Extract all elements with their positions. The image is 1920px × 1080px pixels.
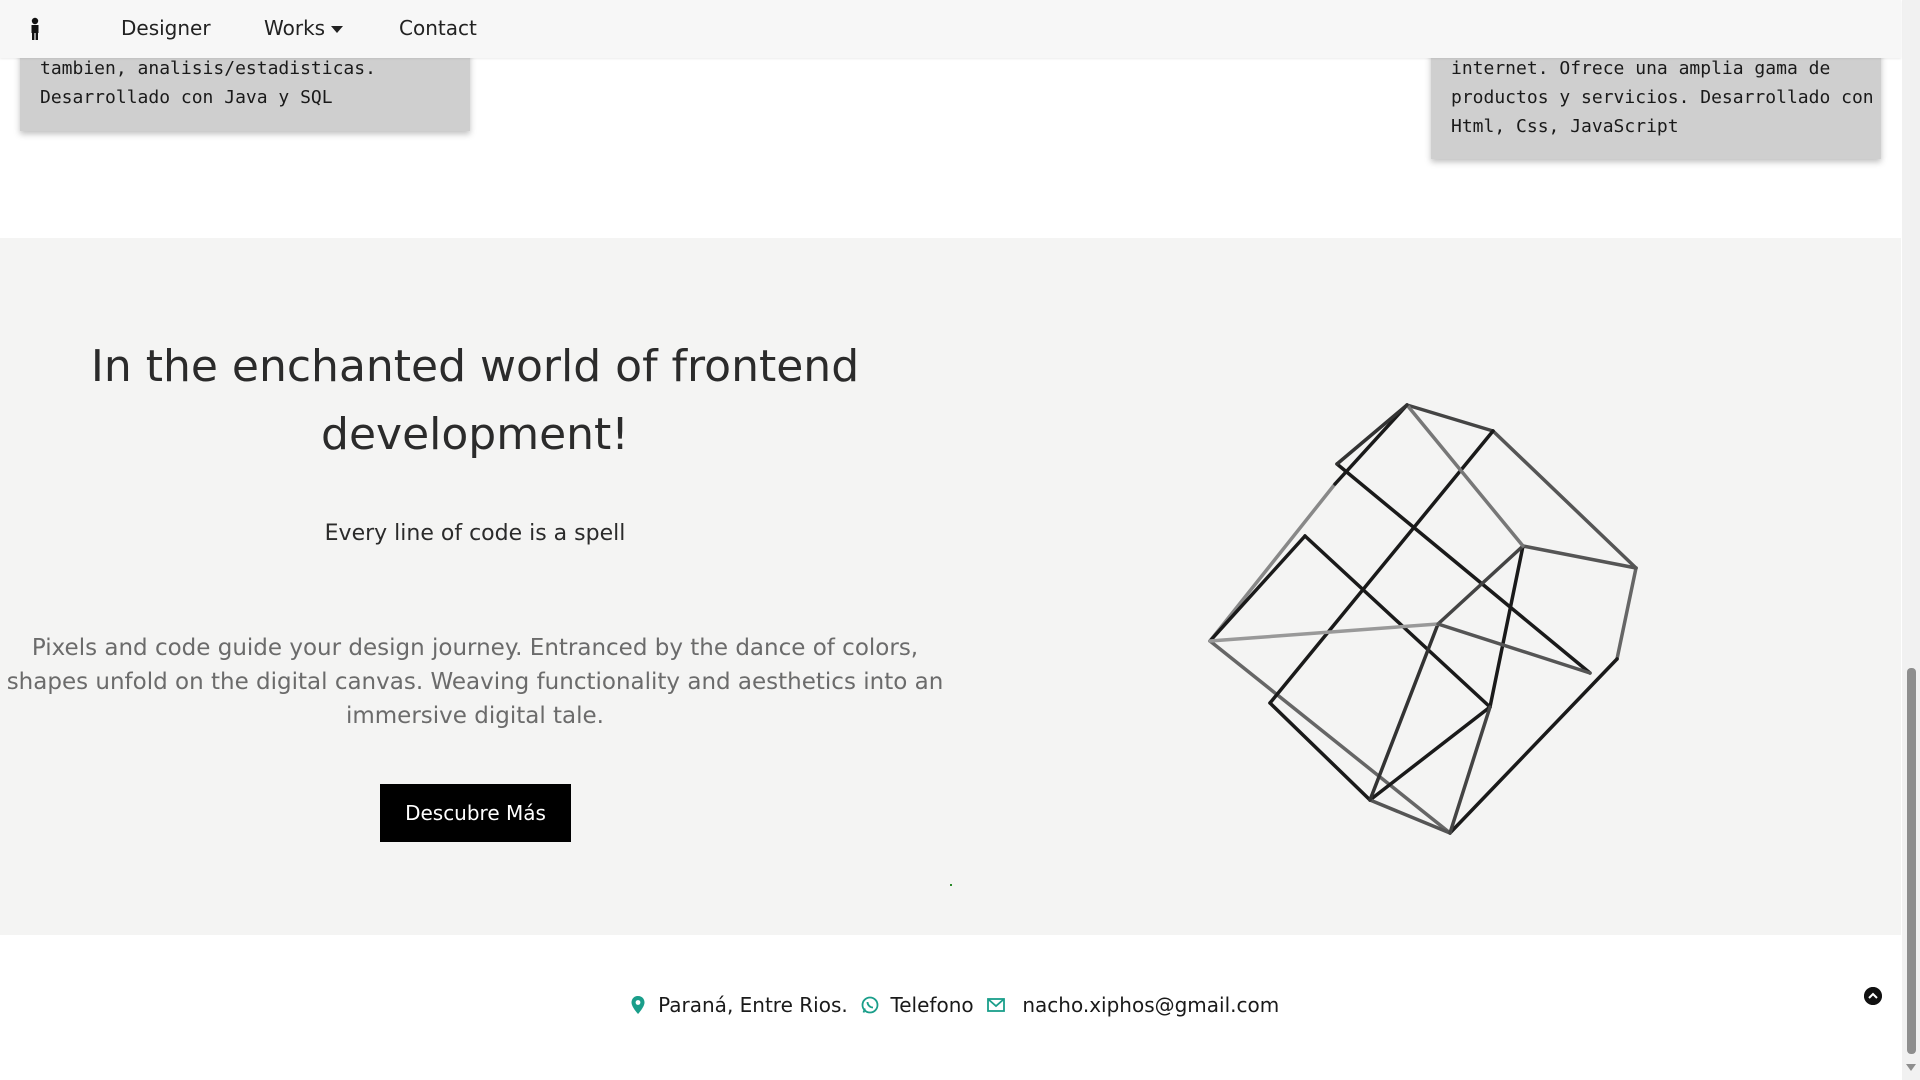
wireframe-cube-illustration <box>1208 403 1638 835</box>
footer: Paraná, Entre Rios. Telefono nacho.xipho… <box>0 935 1901 1080</box>
hero-subtitle: Every line of code is a spell <box>324 521 626 546</box>
whatsapp-icon[interactable] <box>860 995 880 1015</box>
hero-title: In the enchanted world of frontend devel… <box>0 333 950 469</box>
card-text-line: internet. Ofrece una amplia gama de <box>1451 58 1831 79</box>
card-text-line: tambien, analisis/estadisticas. <box>40 58 376 79</box>
hero-title-line: development! <box>321 409 629 460</box>
hero-section: In the enchanted world of frontend devel… <box>0 238 1901 935</box>
nav-works-dropdown[interactable]: Works <box>264 16 344 40</box>
envelope-icon[interactable] <box>986 995 1006 1015</box>
footer-email-link[interactable]: nacho.xiphos@gmail.com <box>1022 993 1279 1017</box>
card-text-line: Desarrollado con Java y SQL <box>40 87 333 108</box>
map-marker-icon <box>631 995 645 1014</box>
nav-designer[interactable]: Designer <box>121 16 211 40</box>
footer-phone-link[interactable]: Telefono <box>890 993 973 1017</box>
hero-title-line: In the enchanted world of frontend <box>90 341 860 392</box>
hero-description: Pixels and code guide your design journe… <box>0 631 950 733</box>
scroll-to-top-icon[interactable] <box>1864 987 1882 1005</box>
nav-contact[interactable]: Contact <box>399 16 477 40</box>
decorative-dot <box>950 884 952 886</box>
hero-desc-line: Pixels and code guide your design journe… <box>31 635 919 661</box>
hero-desc-line: shapes unfold on the digital canvas. Wea… <box>6 669 944 695</box>
scroll-down-arrow-icon[interactable] <box>1906 1064 1916 1071</box>
hero-desc-line: immersive digital tale. <box>345 703 604 729</box>
top-navbar: Designer Works Contact <box>0 0 1901 58</box>
card-text-line: productos y servicios. Desarrollado con <box>1451 87 1874 108</box>
person-icon[interactable] <box>26 17 44 41</box>
faint-decorative-text <box>1320 318 1550 340</box>
caret-down-icon <box>331 26 344 33</box>
card-text-line: Html, Css, JavaScript <box>1451 116 1679 137</box>
scrollbar-thumb[interactable] <box>1907 668 1916 1054</box>
nav-works-label: Works <box>264 16 326 40</box>
page-scrollbar[interactable] <box>1902 0 1920 1080</box>
footer-location: Paraná, Entre Rios. <box>658 992 848 1017</box>
footer-contact-row: Paraná, Entre Rios. Telefono nacho.xipho… <box>0 991 1901 1017</box>
discover-more-button[interactable]: Descubre Más <box>380 784 571 842</box>
